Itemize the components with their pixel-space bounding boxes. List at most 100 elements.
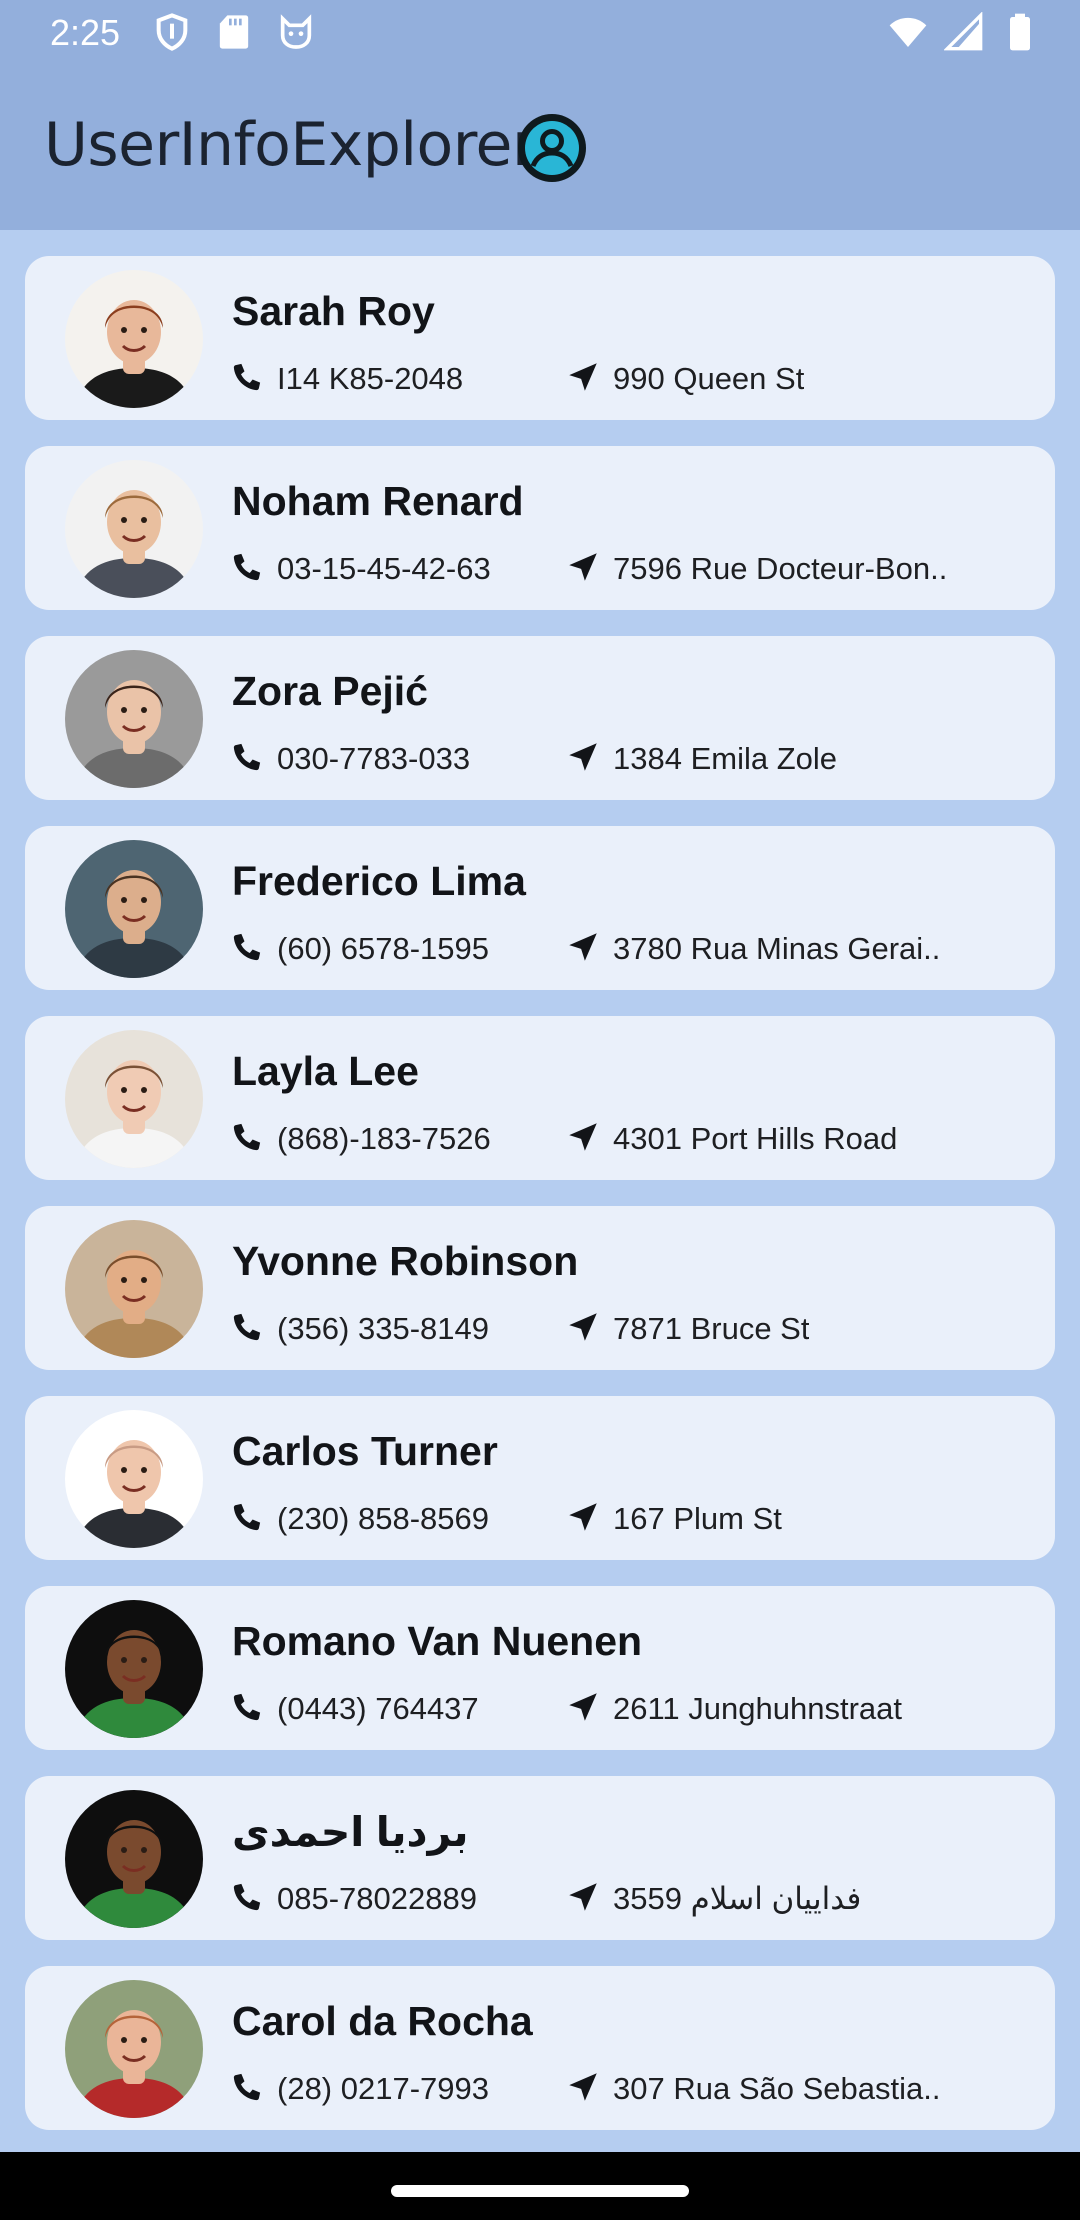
phone-icon (233, 933, 261, 961)
user-name: Yvonne Robinson (232, 1238, 579, 1284)
user-address: 7871 Bruce St (613, 1311, 810, 1346)
user-card[interactable]: Yvonne Robinson (356) 335-8149 7871 Bruc… (25, 1206, 1055, 1370)
avatar-image (65, 1790, 203, 1928)
user-circle-icon (518, 114, 586, 182)
user-avatar (65, 650, 203, 788)
sd-card-icon (219, 15, 249, 49)
user-details: (60) 6578-1595 3780 Rua Minas Gerai.. (232, 929, 1032, 969)
wifi-icon (889, 17, 927, 47)
user-details: (356) 335-8149 7871 Bruce St (232, 1309, 1032, 1349)
avatar-image (65, 1030, 203, 1168)
phone-icon (233, 743, 261, 771)
user-details: (28) 0217-7993 307 Rua São Sebastia.. (232, 2069, 1032, 2109)
user-phone: 030-7783-033 (277, 741, 471, 776)
user-name: Layla Lee (232, 1048, 419, 1094)
avatar-image (65, 460, 203, 598)
user-address: 307 Rua São Sebastia.. (613, 2071, 941, 2106)
avatar-image (65, 1980, 203, 2118)
user-card[interactable]: Noham Renard 03-15-45-42-63 7596 Rue Doc… (25, 446, 1055, 610)
cat-face-icon (280, 14, 312, 49)
user-address: 7596 Rue Docteur-Bon.. (613, 551, 948, 586)
app-bar: UserInfoExplorer (0, 66, 1080, 230)
user-avatar (65, 1410, 203, 1548)
phone-icon (233, 1693, 261, 1721)
user-details: (868)-183-7526 4301 Port Hills Road (232, 1119, 1032, 1159)
user-phone: (356) 335-8149 (277, 1311, 489, 1346)
location-arrow-icon (569, 2073, 597, 2101)
shield-icon (156, 13, 188, 51)
location-arrow-icon (569, 1313, 597, 1341)
phone-icon (233, 1883, 261, 1911)
user-address: 3780 Rua Minas Gerai.. (613, 931, 941, 966)
user-card[interactable]: Zora Pejić 030-7783-033 1384 Emila Zole (25, 636, 1055, 800)
location-arrow-icon (569, 553, 597, 581)
user-address: 4301 Port Hills Road (613, 1121, 898, 1156)
signal-icon (944, 12, 983, 51)
user-card[interactable]: Carlos Turner (230) 858-8569 167 Plum St (25, 1396, 1055, 1560)
phone-icon (233, 553, 261, 581)
app-title: UserInfoExplorer (44, 110, 537, 180)
home-gesture-handle[interactable] (391, 2185, 689, 2197)
user-card[interactable]: Romano Van Nuenen (0443) 764437 2611 Jun… (25, 1586, 1055, 1750)
location-arrow-icon (569, 933, 597, 961)
phone-icon (233, 363, 261, 391)
user-name: Frederico Lima (232, 858, 526, 904)
user-name: Sarah Roy (232, 288, 435, 334)
user-phone: 03-15-45-42-63 (277, 551, 491, 586)
user-details: (0443) 764437 2611 Junghuhnstraat (232, 1689, 1032, 1729)
phone-icon (233, 1313, 261, 1341)
user-address: 2611 Junghuhnstraat (613, 1691, 902, 1726)
user-name: Zora Pejić (232, 668, 428, 714)
status-bar: 2:25 (0, 0, 1080, 66)
battery-icon (1010, 13, 1030, 51)
user-phone: (0443) 764437 (277, 1691, 479, 1726)
user-card[interactable]: Carol da Rocha (28) 0217-7993 307 Rua Sã… (25, 1966, 1055, 2130)
user-avatar (65, 1600, 203, 1738)
user-name: Noham Renard (232, 478, 524, 524)
user-avatar (65, 270, 203, 408)
phone-icon (233, 1123, 261, 1151)
user-name: Carol da Rocha (232, 1998, 533, 2044)
location-arrow-icon (569, 1693, 597, 1721)
status-time: 2:25 (50, 12, 121, 53)
user-avatar (65, 840, 203, 978)
user-name: Romano Van Nuenen (232, 1618, 643, 1664)
user-address: 1384 Emila Zole (613, 741, 838, 776)
avatar-image (65, 650, 203, 788)
user-avatar (65, 1030, 203, 1168)
user-avatar (65, 460, 203, 598)
user-address: 990 Queen St (613, 361, 805, 396)
user-phone: (868)-183-7526 (277, 1121, 491, 1156)
user-phone: (60) 6578-1595 (277, 931, 489, 966)
avatar-image (65, 1600, 203, 1738)
avatar-image (65, 270, 203, 408)
location-arrow-icon (569, 363, 597, 391)
user-card[interactable]: Sarah Roy I14 K85-2048 990 Queen St (25, 256, 1055, 420)
user-phone: 085-78022889 (277, 1881, 477, 1916)
location-arrow-icon (569, 743, 597, 771)
user-card[interactable]: بردیا احمدی 085-78022889 3559 فداییان اس… (25, 1776, 1055, 1940)
navigation-bar (0, 2152, 1080, 2220)
user-avatar (65, 1220, 203, 1358)
user-phone: I14 K85-2048 (277, 361, 464, 396)
user-name: Carlos Turner (232, 1428, 498, 1474)
location-arrow-icon (569, 1123, 597, 1151)
user-phone: (28) 0217-7993 (277, 2071, 489, 2106)
location-arrow-icon (569, 1883, 597, 1911)
user-avatar (65, 1790, 203, 1928)
status-icons-left (152, 12, 316, 52)
phone-icon (233, 1503, 261, 1531)
user-details: 030-7783-033 1384 Emila Zole (232, 739, 1032, 779)
user-phone: (230) 858-8569 (277, 1501, 489, 1536)
user-details: I14 K85-2048 990 Queen St (232, 359, 1032, 399)
user-details: 085-78022889 3559 فداییان اسلام (232, 1879, 1032, 1919)
user-details: 03-15-45-42-63 7596 Rue Docteur-Bon.. (232, 549, 1032, 589)
user-details: (230) 858-8569 167 Plum St (232, 1499, 1032, 1539)
user-address: 167 Plum St (613, 1501, 782, 1536)
avatar-image (65, 840, 203, 978)
user-card[interactable]: Frederico Lima (60) 6578-1595 3780 Rua M… (25, 826, 1055, 990)
user-card[interactable]: Layla Lee (868)-183-7526 4301 Port Hills… (25, 1016, 1055, 1180)
user-name: بردیا احمدی (232, 1809, 469, 1855)
user-list[interactable]: Sarah Roy I14 K85-2048 990 Queen St Noha… (0, 230, 1080, 2152)
avatar-image (65, 1220, 203, 1358)
